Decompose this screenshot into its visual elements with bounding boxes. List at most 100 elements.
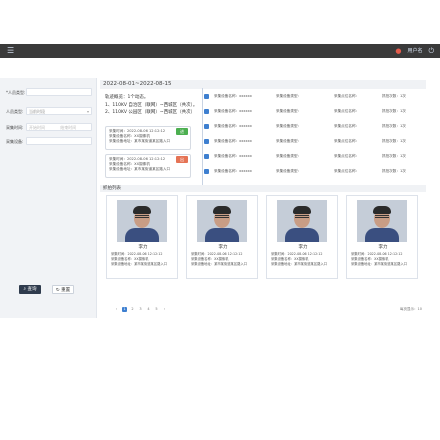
timeline-type: 采集设备类型： — [276, 169, 302, 173]
person-address: 采集设备地址：某市某街道某区路入口 — [351, 262, 408, 266]
person-photo — [357, 200, 407, 242]
timeline-type: 采集设备类型： — [276, 124, 302, 128]
timeline-device: 采集设备名称：xxxxxx — [214, 154, 252, 158]
timeline-count: 抓拍次数：1次 — [382, 154, 406, 158]
camera-icon — [204, 94, 209, 99]
person-address: 采集设备地址：某市某街道某区路入口 — [111, 262, 168, 266]
pagination: ‹ 1 2 3 4 5 › — [114, 307, 167, 312]
camera-icon — [204, 139, 209, 144]
person-card[interactable]: 李力 采集时间：2022-08-06 12:12:12 采集设备名称：XX摄像机 采集… — [186, 195, 258, 279]
person-address: 采集设备地址：某市某街道某区路入口 — [271, 262, 328, 266]
camera-icon — [204, 169, 209, 174]
page-3[interactable]: 3 — [138, 307, 143, 312]
person-category-select[interactable]: 当前时段 — [26, 107, 92, 116]
person-card[interactable]: 李力采集时间：2022-08-06 12:12:12 采集设备名称：XX摄像机 采集… — [346, 195, 418, 279]
camera-icon — [204, 109, 209, 114]
query-button[interactable]: ⌕ 查询 — [19, 285, 41, 294]
timeline-axis — [202, 88, 203, 186]
top-bar: ☰ ● 用户名 ⏻ — [0, 44, 440, 58]
event-card[interactable]: 出 采集时间：2022-08-06 12:12:12 采集设备名称：XX摄像机 … — [105, 154, 191, 178]
end-date[interactable]: 结束时间 — [60, 125, 76, 130]
filter-label: *人员类型: — [6, 90, 26, 95]
person-name: 李力 — [298, 245, 308, 250]
timeline-count: 抓拍次数：1次 — [382, 169, 406, 173]
timeline-device: 采集设备名称：xxxxxx — [214, 139, 252, 143]
timeline-row[interactable]: 采集设备名称：xxxxxx 采集设备类型： 采集点位名称： 抓拍次数：1次 — [204, 107, 424, 116]
page-1[interactable]: 1 — [122, 307, 127, 312]
timeline-location: 采集点位名称： — [334, 139, 360, 143]
search-icon: ⌕ — [23, 287, 27, 292]
camera-icon — [204, 154, 209, 159]
timeline-row[interactable]: 采集设备名称：xxxxxx 采集设备类型： 采集点位名称： 抓拍次数：1次 — [204, 92, 424, 101]
section-title: 抓拍列表 — [100, 185, 426, 192]
refresh-icon: ↻ — [55, 288, 60, 293]
person-type-input[interactable] — [26, 88, 92, 96]
timeline-count: 抓拍次数：1次 — [382, 124, 406, 128]
event-card[interactable]: 进 采集时间：2022-08-06 12:12:12 采集设备名称：XX摄像机 … — [105, 126, 191, 150]
timeline-location: 采集点位名称： — [334, 94, 360, 98]
person-name: 李力 — [138, 245, 148, 250]
filter-device: 采集设备: — [6, 137, 92, 145]
timeline-type: 采集设备类型： — [276, 94, 302, 98]
date-range-bar: 2022-08-01~2022-08-15 — [100, 80, 426, 89]
track-summary: 轨迹概览：1个动态。 1、110KV 自治区（联网）~西城区（共次）。 2、11… — [105, 94, 197, 117]
timeline-row[interactable]: 采集设备名称：xxxxxx 采集设备类型： 采集点位名称： 抓拍次数：1次 — [204, 167, 424, 176]
card-line: 采集设备地址：某市某街道某区路入口 — [109, 139, 171, 143]
timeline-type: 采集设备类型： — [276, 139, 302, 143]
person-info: 采集时间：2022-08-06 12:12:12 采集设备名称：XX摄像机 采集设备… — [351, 252, 407, 267]
person-name: 李力 — [378, 245, 388, 250]
filter-person-category: 人员类型: 当前时段 — [6, 107, 92, 116]
timeline-location: 采集点位名称： — [334, 169, 360, 173]
card-line: 采集设备地址：某市某街道某区路入口 — [109, 167, 171, 171]
filter-label: 采集设备: — [6, 139, 24, 144]
user-icon[interactable]: ● — [395, 46, 401, 56]
timeline-device: 采集设备名称：xxxxxx — [214, 94, 252, 98]
summary-line: 1、110KV 自治区（联网）~西城区（共次）。 — [105, 102, 198, 108]
prev-page-icon[interactable]: ‹ — [114, 307, 119, 312]
filter-sidebar: *人员类型: 人员类型: 当前时段 采集时间: 开始时间 结束时间 采集设备: — [0, 78, 97, 318]
person-address: 采集设备地址：某市某街道某区路入口 — [191, 262, 248, 266]
person-card[interactable]: 李力采集时间：2022-08-06 12:12:12 采集设备名称：XX摄像机 采集… — [266, 195, 338, 279]
person-info: 采集时间：2022-08-06 12:12:12 采集设备名称：XX摄像机 采集设备… — [111, 252, 167, 267]
out-tag: 出 — [176, 156, 188, 163]
page-size-select[interactable]: 每页显示：10 — [400, 307, 422, 312]
person-info: 采集时间：2022-08-06 12:12:12 采集设备名称：XX摄像机 采集设备… — [271, 252, 327, 267]
timeline-device: 采集设备名称：xxxxxx — [214, 169, 252, 173]
main-panel: 2022-08-01~2022-08-15 轨迹概览：1个动态。 1、110KV… — [100, 78, 426, 318]
filter-label: 采集时间: — [6, 125, 24, 130]
timeline-row[interactable]: 采集设备名称：xxxxxx 采集设备类型： 采集点位名称： 抓拍次数：1次 — [204, 137, 424, 146]
summary-line: 2、110KV 公园区（联网）~西城区（共次） — [105, 110, 196, 115]
user-name[interactable]: 用户名 — [407, 46, 422, 56]
summary-line: 轨迹概览：1个动态。 — [105, 95, 149, 100]
timeline-row[interactable]: 采集设备名称：xxxxxx 采集设备类型： 采集点位名称： 抓拍次数：1次 — [204, 122, 424, 131]
timeline-location: 采集点位名称： — [334, 124, 360, 128]
camera-icon — [204, 124, 209, 129]
device-input[interactable] — [26, 137, 92, 145]
next-page-icon[interactable]: › — [162, 307, 167, 312]
power-icon[interactable]: ⏻ — [428, 46, 434, 56]
filter-person-type: *人员类型: — [6, 88, 92, 96]
query-button-label: 查询 — [27, 287, 37, 292]
person-photo — [277, 200, 327, 242]
person-name: 李力 — [218, 245, 228, 250]
date-range-input[interactable]: 开始时间 结束时间 — [26, 123, 92, 131]
timeline-type: 采集设备类型： — [276, 109, 302, 113]
menu-icon[interactable]: ☰ — [7, 46, 14, 56]
top-bar-right: ● 用户名 ⏻ — [395, 46, 434, 56]
page-5[interactable]: 5 — [154, 307, 159, 312]
timeline-location: 采集点位名称： — [334, 109, 360, 113]
page-2[interactable]: 2 — [130, 307, 135, 312]
start-date[interactable]: 开始时间 — [29, 125, 45, 130]
timeline-row[interactable]: 采集设备名称：xxxxxx 采集设备类型： 采集点位名称： 抓拍次数：1次 — [204, 152, 424, 161]
page-4[interactable]: 4 — [146, 307, 151, 312]
person-card[interactable]: 李力采集时间：2022-08-06 12:12:12 采集设备名称：XX摄像机 采集… — [106, 195, 178, 279]
timeline-count: 抓拍次数：1次 — [382, 94, 406, 98]
person-photo — [117, 200, 167, 242]
person-photo — [197, 200, 247, 242]
timeline-location: 采集点位名称： — [334, 154, 360, 158]
timeline-count: 抓拍次数：1次 — [382, 109, 406, 113]
timeline-type: 采集设备类型： — [276, 154, 302, 158]
reset-button[interactable]: ↻ 重置 — [52, 285, 74, 294]
in-tag: 进 — [176, 128, 188, 135]
filter-collect-time: 采集时间: 开始时间 结束时间 — [6, 123, 92, 131]
